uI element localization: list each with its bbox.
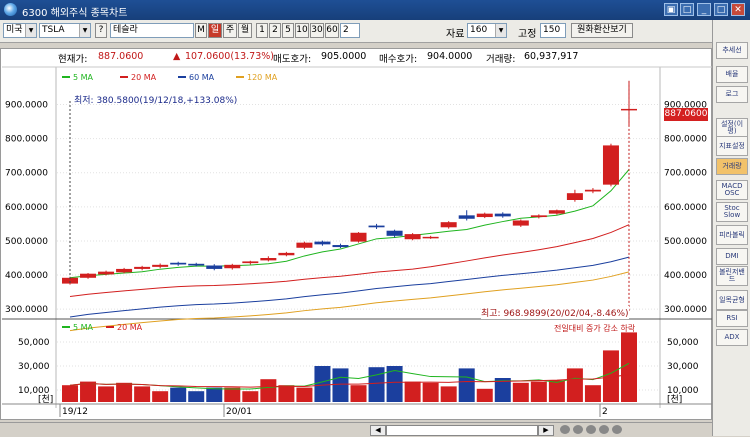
fixed-count-input[interactable]: 150 bbox=[540, 23, 566, 38]
bid-price: 904.0000 bbox=[427, 51, 473, 62]
bid-label: 매수호가: bbox=[379, 54, 418, 65]
period-button-1[interactable]: 1 bbox=[256, 23, 268, 38]
quote-info-bar: 현재가: 887.0600 ▲ 107.0600(13.73%) 매도호가: 9… bbox=[58, 51, 658, 65]
scroll-right-icon[interactable]: ▶ bbox=[538, 425, 554, 436]
chevron-down-icon: ▼ bbox=[79, 24, 90, 37]
m-button[interactable]: M bbox=[195, 23, 207, 38]
side-tool-9[interactable]: DMI bbox=[716, 248, 748, 265]
toolbar: 미국 ▼ TSLA ▼ ? 테슬라 M 일 주 월 1 2 5 10 30 60 2… bbox=[0, 20, 712, 43]
fixed-label: 고정 bbox=[518, 29, 537, 40]
current-price-tag: 887.0600 bbox=[664, 108, 708, 121]
data-count-select[interactable]: 160 ▼ bbox=[467, 23, 507, 38]
period-button-day[interactable]: 일 bbox=[208, 23, 222, 38]
custom-period-input[interactable]: 2 bbox=[340, 23, 360, 38]
side-tool-3[interactable]: 설정(이평) bbox=[716, 118, 748, 138]
period-button-week[interactable]: 주 bbox=[223, 23, 237, 38]
period-button-30[interactable]: 30 bbox=[310, 23, 324, 38]
ticker-input[interactable]: TSLA ▼ bbox=[39, 23, 91, 38]
volume-label: 거래량: bbox=[486, 54, 516, 65]
price-label: 현재가: bbox=[58, 54, 88, 65]
side-tool-11[interactable]: 일목균형 bbox=[716, 290, 748, 310]
right-tool-panel: 추세선배율로그설정(이평) 지표설정거래량 MACD OSC Stoc Slow 피라볼… bbox=[712, 20, 750, 436]
app-icon bbox=[4, 3, 17, 16]
ask-label: 매도호가: bbox=[273, 54, 312, 65]
ticker-search-button[interactable]: ? bbox=[95, 23, 107, 38]
price-change: 107.0600(13.73%) bbox=[185, 51, 274, 62]
up-arrow-icon: ▲ bbox=[173, 51, 181, 62]
maximize-icon[interactable]: □ bbox=[714, 3, 728, 16]
volume-value: 60,937,917 bbox=[524, 51, 579, 62]
side-tool-2[interactable]: 로그 bbox=[716, 86, 748, 103]
pin-icon[interactable]: ▣ bbox=[664, 3, 678, 16]
side-tool-4[interactable]: 지표설정 bbox=[716, 136, 748, 156]
close-icon[interactable]: ✕ bbox=[731, 3, 745, 16]
side-tool-0[interactable]: 추세선 bbox=[716, 42, 748, 59]
zoom-in-icon[interactable] bbox=[573, 425, 583, 434]
chevron-down-icon: ▼ bbox=[495, 24, 506, 37]
market-select[interactable]: 미국 ▼ bbox=[3, 23, 37, 38]
ask-price: 905.0000 bbox=[321, 51, 367, 62]
restore-icon[interactable]: □ bbox=[680, 3, 694, 16]
side-tool-6[interactable]: MACD OSC bbox=[716, 180, 748, 200]
period-button-60[interactable]: 60 bbox=[325, 23, 339, 38]
side-tool-8[interactable]: 피라볼릭 bbox=[716, 225, 748, 245]
low-annotation: 최저: 380.5800(19/12/18,+133.08%) bbox=[74, 96, 238, 106]
period-button-10[interactable]: 10 bbox=[295, 23, 309, 38]
period-button-2[interactable]: 2 bbox=[269, 23, 281, 38]
high-annotation: 최고: 968.9899(20/02/04,-8.46%) bbox=[481, 306, 629, 319]
side-tool-10[interactable]: 볼린저밴드 bbox=[716, 266, 748, 286]
fit-icon[interactable] bbox=[586, 425, 596, 434]
period-button-month[interactable]: 월 bbox=[238, 23, 252, 38]
side-tool-12[interactable]: RSI bbox=[716, 310, 748, 327]
side-tool-13[interactable]: ADX bbox=[716, 329, 748, 346]
scroll-left-icon[interactable]: ◀ bbox=[370, 425, 386, 436]
window-title: 6300 해외주식 종목차트 bbox=[22, 8, 128, 19]
option-icon[interactable] bbox=[612, 425, 622, 434]
scrollbar-area: ◀ ▶ bbox=[0, 422, 712, 437]
zoom-controls[interactable] bbox=[560, 425, 660, 434]
data-count-label: 자료 bbox=[446, 29, 465, 40]
chevron-down-icon: ▼ bbox=[25, 24, 36, 37]
side-tool-7[interactable]: Stoc Slow bbox=[716, 202, 748, 222]
krw-convert-button[interactable]: 원화환산보기 bbox=[571, 23, 633, 38]
reset-icon[interactable] bbox=[599, 425, 609, 434]
zoom-out-icon[interactable] bbox=[560, 425, 570, 434]
current-price: 887.0600 bbox=[98, 51, 144, 62]
stock-name-field: 테슬라 bbox=[110, 23, 194, 38]
scroll-track[interactable] bbox=[386, 425, 538, 436]
side-tool-1[interactable]: 배율 bbox=[716, 66, 748, 83]
minimize-icon[interactable]: _ bbox=[697, 3, 711, 16]
period-button-5[interactable]: 5 bbox=[282, 23, 294, 38]
title-bar: 6300 해외주식 종목차트 ▣ □ _ □ ✕ bbox=[0, 0, 750, 20]
side-tool-5[interactable]: 거래량 bbox=[716, 158, 748, 175]
